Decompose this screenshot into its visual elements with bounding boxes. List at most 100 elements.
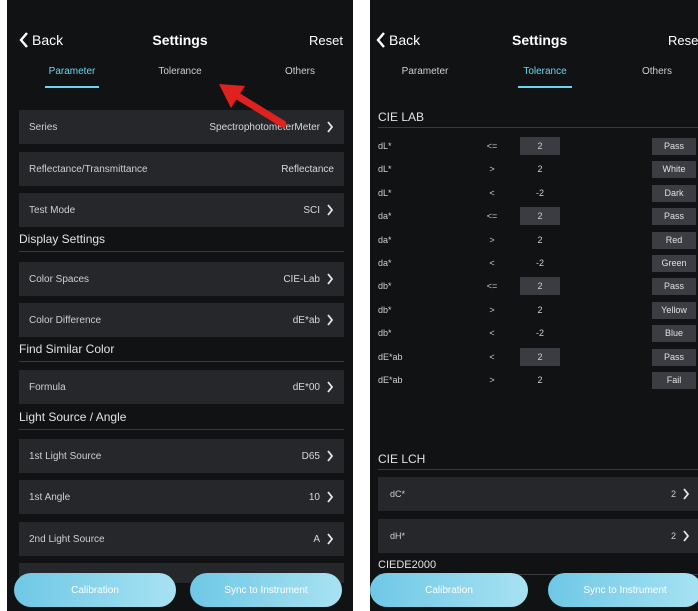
- angle-1-row[interactable]: 1st Angle 10: [19, 480, 344, 514]
- tolerance-param: da*: [378, 258, 392, 268]
- chevron-right-icon: [683, 530, 690, 542]
- reset-button[interactable]: Reset: [668, 33, 698, 48]
- page-title: Settings: [152, 32, 208, 48]
- light-source-2-value: A: [313, 533, 320, 545]
- series-label: Series: [29, 121, 58, 133]
- tolerance-param: db*: [378, 281, 392, 292]
- chevron-left-icon: [376, 32, 385, 48]
- tolerance-value-input: -2: [535, 258, 544, 268]
- tolerance-result-badge: Green: [652, 255, 696, 272]
- tolerance-result-badge: Pass: [652, 208, 696, 226]
- tolerance-param: db*: [378, 304, 392, 315]
- tolerance-result-badge: Pass: [652, 278, 696, 296]
- color-difference-value: dE*ab: [292, 314, 320, 326]
- tolerance-row: da* <= 2 Pass: [378, 207, 698, 227]
- tolerance-value-input[interactable]: 2: [520, 207, 560, 226]
- tab-parameter[interactable]: Parameter: [380, 66, 470, 77]
- tab-bar: Parameter Tolerance Others: [7, 66, 353, 94]
- light-source-2-row[interactable]: 2nd Light Source A: [19, 522, 344, 556]
- tolerance-row: dE*ab <2 Pass: [378, 347, 698, 368]
- tolerance-value-input[interactable]: 2: [520, 137, 560, 155]
- tolerance-row: dL* < -2 Dark: [378, 184, 698, 204]
- tab-others[interactable]: Others: [612, 66, 698, 77]
- chevron-right-icon: [327, 533, 334, 545]
- tolerance-param: dE*ab: [378, 351, 403, 362]
- tolerance-result-badge: Blue: [652, 325, 696, 343]
- tolerance-row: db* <= 2 Pass: [378, 277, 698, 297]
- settings-tolerance-screen: Back Settings Reset Parameter Tolerance …: [370, 0, 698, 611]
- tolerance-operator: >: [489, 304, 495, 315]
- tab-others[interactable]: Others: [255, 66, 345, 77]
- settings-parameter-screen: Back Settings Reset Parameter Tolerance …: [7, 0, 353, 611]
- tolerance-operator: <: [489, 351, 495, 362]
- chevron-right-icon: [327, 491, 334, 503]
- cie-lab-header: CIE LAB: [378, 110, 698, 128]
- formula-value: dE*00: [292, 381, 320, 393]
- tolerance-row: da* < -2 Green: [378, 254, 698, 274]
- color-difference-row[interactable]: Color Difference dE*ab: [19, 303, 344, 337]
- calibration-button[interactable]: Calibration: [14, 573, 176, 607]
- active-tab-indicator: [518, 86, 572, 88]
- tolerance-param: dL*: [378, 164, 392, 175]
- tolerance-row: dL* >2 White: [378, 160, 698, 180]
- tolerance-operator: <: [489, 258, 495, 268]
- display-settings-header: Display Settings: [19, 232, 344, 252]
- sync-to-instrument-button[interactable]: Sync to Instrument: [190, 573, 342, 607]
- test-mode-value: SCI: [303, 204, 320, 216]
- tolerance-operator: >: [489, 375, 495, 385]
- calibration-button[interactable]: Calibration: [370, 573, 528, 607]
- tab-bar: Parameter Tolerance Others: [370, 66, 698, 94]
- test-mode-row[interactable]: Test Mode SCI: [19, 193, 344, 227]
- lch-dh-row[interactable]: dH* 2: [378, 519, 698, 553]
- red-arrow-annotation-icon: [219, 84, 287, 128]
- formula-label: Formula: [29, 381, 66, 393]
- angle-1-value: 10: [308, 491, 320, 503]
- tolerance-result-badge: White: [652, 161, 696, 179]
- tolerance-value-input: 2: [537, 375, 543, 385]
- lch-dc-label: dC*: [390, 489, 406, 499]
- tolerance-result-badge: Pass: [652, 348, 696, 366]
- color-spaces-row[interactable]: Color Spaces CIE-Lab: [19, 262, 344, 296]
- tolerance-param: dL*: [378, 141, 392, 151]
- tolerance-row: db* < -2 Blue: [378, 324, 698, 344]
- tolerance-operator: <: [489, 328, 495, 339]
- formula-row[interactable]: Formula dE*00: [19, 370, 344, 404]
- top-bar: Back Settings Reset: [370, 30, 698, 56]
- light-source-1-row[interactable]: 1st Light Source D65: [19, 439, 344, 473]
- active-tab-indicator: [45, 86, 99, 88]
- reflectance-value: Reflectance: [281, 163, 334, 175]
- color-spaces-label: Color Spaces: [29, 273, 90, 285]
- lch-dc-row[interactable]: dC* 2: [378, 477, 698, 511]
- color-spaces-value: CIE-Lab: [283, 273, 320, 285]
- tolerance-param: dE*ab: [378, 375, 403, 385]
- tolerance-value-input: 2: [537, 234, 543, 245]
- light-source-1-label: 1st Light Source: [29, 450, 102, 462]
- tolerance-value-input[interactable]: 2: [520, 347, 560, 366]
- back-button[interactable]: Back: [376, 32, 420, 48]
- tolerance-row: db* >2 Yellow: [378, 301, 698, 321]
- tolerance-value-input[interactable]: 2: [520, 277, 560, 296]
- top-bar: Back Settings Reset: [7, 30, 353, 56]
- series-row[interactable]: Series SpectrophotometerMeter: [19, 110, 344, 144]
- tab-parameter[interactable]: Parameter: [27, 66, 117, 77]
- light-source-2-label: 2nd Light Source: [29, 533, 105, 545]
- tab-tolerance[interactable]: Tolerance: [500, 66, 590, 77]
- tolerance-operator: <=: [486, 141, 498, 151]
- back-label: Back: [389, 32, 421, 48]
- tolerance-param: db*: [378, 328, 392, 339]
- tolerance-value-input: 2: [537, 164, 543, 175]
- tab-tolerance[interactable]: Tolerance: [135, 66, 225, 77]
- reset-button[interactable]: Reset: [309, 33, 343, 48]
- chevron-right-icon: [327, 273, 334, 285]
- test-mode-label: Test Mode: [29, 204, 76, 216]
- sync-to-instrument-button[interactable]: Sync to Instrument: [548, 573, 698, 607]
- color-difference-label: Color Difference: [29, 314, 102, 326]
- lch-dh-label: dH*: [390, 531, 406, 541]
- tolerance-result-badge: Red: [652, 231, 696, 249]
- tolerance-param: da*: [378, 234, 392, 245]
- tolerance-result-badge: Fail: [652, 372, 696, 389]
- tolerance-operator: <: [489, 187, 495, 198]
- tolerance-param: da*: [378, 211, 392, 222]
- tolerance-value-input: -2: [535, 187, 544, 198]
- reflectance-row[interactable]: Reflectance/Transmittance Reflectance: [19, 152, 344, 186]
